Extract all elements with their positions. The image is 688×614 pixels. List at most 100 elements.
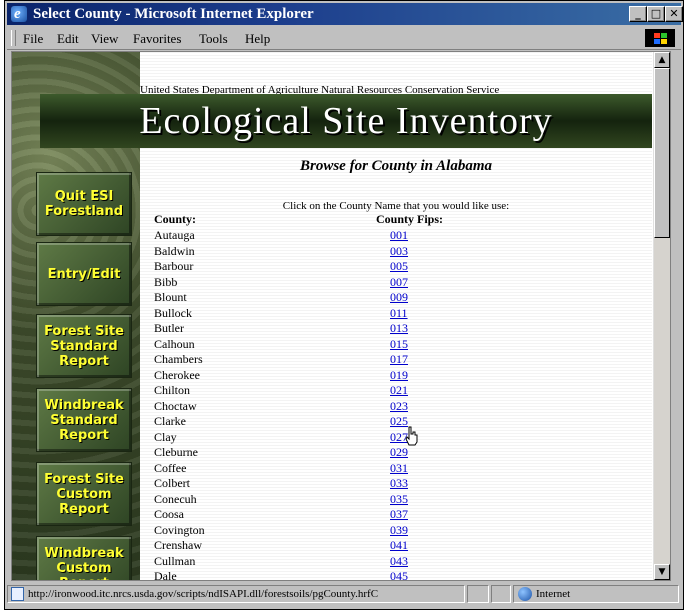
county-name: Blount: [154, 290, 187, 304]
county-name: Chambers: [154, 352, 203, 366]
county-name: Cleburne: [154, 445, 198, 459]
county-fips-link[interactable]: 005: [390, 259, 408, 273]
site-banner: Ecological Site Inventory: [40, 94, 652, 148]
county-fips-cell: 021: [390, 383, 408, 399]
county-fips-link[interactable]: 041: [390, 538, 408, 552]
county-row: Cullman 043: [154, 554, 408, 570]
ie-logo-icon: [11, 3, 27, 25]
county-name: Autauga: [154, 228, 195, 242]
county-fips-link[interactable]: 033: [390, 476, 408, 490]
menu-tools[interactable]: Tools: [199, 31, 228, 47]
county-name: Covington: [154, 522, 205, 537]
menu-help[interactable]: Help: [245, 31, 270, 47]
county-fips-cell: 013: [390, 321, 408, 337]
county-fips-link[interactable]: 045: [390, 569, 408, 580]
county-name: Crenshaw: [154, 538, 202, 552]
county-row: Butler 013: [154, 321, 408, 337]
page-icon: [11, 587, 24, 601]
county-fips-cell: 045: [390, 569, 408, 580]
county-name: Chilton: [154, 383, 191, 397]
hand-cursor-icon: [405, 426, 418, 446]
page-viewport: Quit ESI Forestland Entry/Edit Forest Si…: [11, 51, 671, 581]
county-fips-cell: 037: [390, 507, 408, 523]
county-row: Cherokee 019: [154, 368, 408, 384]
county-row: Blount 009: [154, 290, 408, 306]
county-row: Baldwin 003: [154, 244, 408, 260]
county-fips-cell: 003: [390, 244, 408, 260]
minimize-button[interactable]: _: [629, 6, 647, 22]
vertical-scrollbar[interactable]: ▲ ▼: [653, 52, 670, 580]
county-name: Bibb: [154, 274, 178, 289]
county-name: Cullman: [154, 553, 196, 568]
county-fips-link[interactable]: 039: [390, 523, 408, 537]
county-fips-cell: 039: [390, 523, 408, 539]
entry-edit-button[interactable]: Entry/Edit: [36, 242, 132, 306]
county-row: Clay 027: [154, 430, 408, 446]
county-fips-cell: 011: [390, 306, 408, 322]
county-fips-link[interactable]: 043: [390, 554, 408, 568]
close-button[interactable]: ✕: [665, 6, 683, 22]
county-fips-link[interactable]: 009: [390, 290, 408, 304]
county-fips-cell: 041: [390, 538, 408, 554]
county-fips-link[interactable]: 019: [390, 368, 408, 382]
county-fips-link[interactable]: 015: [390, 337, 408, 351]
county-fips-link[interactable]: 001: [390, 228, 408, 242]
county-fips-cell: 035: [390, 492, 408, 508]
county-row: Conecuh 035: [154, 492, 408, 508]
status-cell-empty: [491, 585, 511, 603]
menu-favorites[interactable]: Favorites: [133, 31, 181, 47]
county-fips-link[interactable]: 007: [390, 275, 408, 289]
county-fips-cell: 009: [390, 290, 408, 306]
maximize-button[interactable]: □: [647, 6, 665, 22]
county-row: Colbert 033: [154, 476, 408, 492]
scroll-down-button[interactable]: ▼: [654, 564, 670, 580]
county-fips-link[interactable]: 029: [390, 445, 408, 459]
county-fips-cell: 015: [390, 337, 408, 353]
scroll-up-button[interactable]: ▲: [654, 52, 670, 68]
forest-site-custom-report-button[interactable]: Forest Site Custom Report: [36, 462, 132, 526]
county-row: Crenshaw 041: [154, 538, 408, 554]
county-name: Dale: [154, 569, 177, 581]
menu-view[interactable]: View: [91, 31, 118, 47]
county-fips-link[interactable]: 031: [390, 461, 408, 475]
county-row: Chilton 021: [154, 383, 408, 399]
county-fips-cell: 001: [390, 228, 408, 244]
county-fips-link[interactable]: 011: [390, 306, 408, 320]
forest-site-standard-report-button[interactable]: Forest Site Standard Report: [36, 314, 132, 378]
menu-edit[interactable]: Edit: [57, 31, 79, 47]
windbreak-custom-report-button[interactable]: Windbreak Custom Report: [36, 536, 132, 580]
county-name: Barbour: [154, 259, 194, 273]
county-fips-cell: 019: [390, 368, 408, 384]
county-fips-link[interactable]: 017: [390, 352, 408, 366]
page-content: United States Department of Agriculture …: [40, 52, 652, 581]
county-name: Coosa: [154, 507, 184, 521]
windbreak-standard-report-button[interactable]: Windbreak Standard Report: [36, 388, 132, 452]
county-fips-link[interactable]: 003: [390, 244, 408, 258]
county-fips-link[interactable]: 037: [390, 507, 408, 521]
county-row: Dale 045: [154, 569, 408, 581]
county-fips-link[interactable]: 035: [390, 492, 408, 506]
county-name: Colbert: [154, 476, 190, 490]
county-row: Barbour 005: [154, 259, 408, 275]
county-name: Baldwin: [154, 243, 195, 258]
county-fips-link[interactable]: 013: [390, 321, 408, 335]
menu-file[interactable]: File: [23, 31, 43, 47]
county-fips-cell: 043: [390, 554, 408, 570]
county-table: Autauga 001 Baldwin 003 Barbour 005 Bibb 007 Blo…: [154, 228, 408, 581]
county-fips-link[interactable]: 021: [390, 383, 408, 397]
internet-globe-icon: [518, 587, 532, 601]
quit-esi-forestland-button[interactable]: Quit ESI Forestland: [36, 172, 132, 236]
status-zone-panel: Internet: [513, 585, 679, 603]
county-fips-cell: 007: [390, 275, 408, 291]
county-fips-link[interactable]: 023: [390, 399, 408, 413]
page-heading: Browse for County in Alabama: [300, 158, 492, 174]
county-row: Chambers 017: [154, 352, 408, 368]
county-row: Covington 039: [154, 523, 408, 539]
county-fips-cell: 023: [390, 399, 408, 415]
instruction-text: Click on the County Name that you would …: [282, 200, 510, 212]
fips-column-header: County Fips:: [376, 212, 444, 226]
county-column-header: County:: [154, 212, 197, 226]
county-row: Choctaw 023: [154, 399, 408, 415]
county-name: Choctaw: [154, 398, 197, 413]
scroll-thumb[interactable]: [654, 68, 670, 238]
